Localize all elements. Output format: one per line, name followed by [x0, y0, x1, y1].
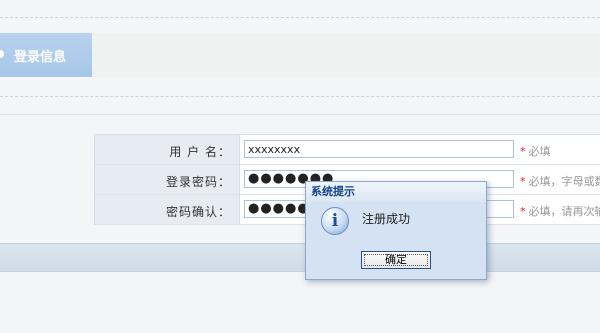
form-row-username: 用 户 名： xxxxxxxx * 必填 [95, 135, 600, 165]
hint-text: 必填，字母或数 [528, 175, 600, 188]
content-divider [0, 114, 600, 115]
label-cell: 密码确认： [95, 195, 240, 224]
top-divider [0, 17, 600, 18]
dialog-title: 系统提示 [306, 182, 486, 202]
username-hint: * 必填 [520, 143, 551, 159]
confirm-password-label: 密码确认： [165, 205, 231, 219]
info-icon: i [321, 207, 349, 235]
dialog-message: 注册成功 [362, 212, 411, 226]
label-cell: 用 户 名： [95, 135, 240, 164]
section-tab: 登录信息 [0, 33, 92, 77]
section-title: 登录信息 [14, 50, 67, 65]
ok-button[interactable]: 确定 [361, 251, 431, 269]
password-hint: * 必填，字母或数 [520, 173, 600, 189]
section-divider [0, 96, 600, 97]
section-header: 登录信息 [0, 33, 600, 77]
hint-text: 必填 [528, 145, 551, 158]
form-button-bar [0, 243, 600, 272]
hint-text: 必填，请再次输 [528, 205, 600, 218]
confirm-password-hint: * 必填，请再次输 [520, 203, 600, 219]
required-star: * [520, 175, 526, 188]
password-label: 登录密码： [165, 175, 231, 189]
field-cell: xxxxxxxx * 必填 [240, 135, 600, 164]
required-star: * [520, 145, 526, 158]
username-input[interactable]: xxxxxxxx [244, 140, 514, 158]
username-label: 用 户 名： [169, 145, 231, 159]
bullet-icon [0, 50, 4, 58]
system-alert-dialog: 系统提示 i 注册成功 确定 [305, 181, 487, 280]
required-star: * [520, 205, 526, 218]
label-cell: 登录密码： [95, 165, 240, 194]
